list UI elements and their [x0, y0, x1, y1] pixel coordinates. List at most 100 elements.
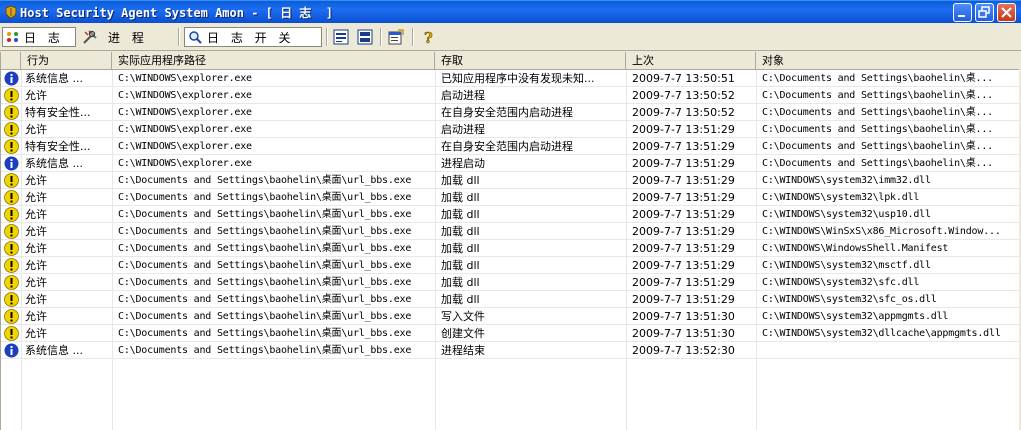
table-row[interactable]: 允许 C:\WINDOWS\explorer.exe 启动进程 2009-7-7 13…	[1, 121, 1019, 138]
log-view-button[interactable]: 日 志	[2, 27, 76, 47]
warning-icon	[4, 241, 19, 256]
warning-icon	[4, 139, 19, 154]
column-header-object[interactable]: 对象	[756, 52, 1019, 69]
cell-access: 加载 dll	[441, 208, 480, 221]
cell-access: 启动进程	[441, 89, 485, 102]
table-row[interactable]: 特有安全性... C:\WINDOWS\explorer.exe 在自身安全范围内启…	[1, 138, 1019, 155]
toolbar: 日 志 进 程 日 志 开 关 ?	[0, 24, 1021, 51]
cell-path: C:\Documents and Settings\baohelin\桌面\ur…	[118, 209, 412, 220]
help-button[interactable]: ?	[421, 27, 439, 47]
cell-access: 加载 dll	[441, 174, 480, 187]
search-icon	[189, 30, 202, 44]
cell-object: C:\WINDOWS\system32\dllcache\appmgmts.dl…	[762, 328, 1001, 339]
cell-time: 2009-7-7 13:50:52	[632, 106, 735, 119]
table-row[interactable]: 允许 C:\WINDOWS\explorer.exe 启动进程 2009-7-7 13…	[1, 87, 1019, 104]
minimize-icon	[958, 15, 965, 17]
table-row[interactable]: 允许 C:\Documents and Settings\baohelin\桌面\…	[1, 325, 1019, 342]
cell-access: 启动进程	[441, 123, 485, 136]
warning-icon	[4, 105, 19, 120]
cell-object: C:\Documents and Settings\baohelin\桌...	[762, 141, 993, 152]
cell-action: 系统信息 ...	[25, 157, 83, 170]
process-view-button[interactable]: 进 程	[80, 27, 156, 47]
log-switch-button[interactable]: 日 志 开 关	[184, 27, 322, 47]
svg-text:?: ?	[424, 29, 433, 45]
warning-icon	[4, 88, 19, 103]
table-row[interactable]: 允许 C:\Documents and Settings\baohelin\桌面\…	[1, 206, 1019, 223]
table-row[interactable]: 允许 C:\Documents and Settings\baohelin\桌面\…	[1, 274, 1019, 291]
table-row[interactable]: 系统信息 ... C:\WINDOWS\explorer.exe 进程启动 2009-…	[1, 155, 1019, 172]
cell-object: C:\Documents and Settings\baohelin\桌...	[762, 158, 993, 169]
cell-action: 特有安全性...	[25, 140, 91, 153]
properties-button[interactable]	[388, 27, 406, 47]
warning-icon	[4, 326, 19, 341]
cell-access: 加载 dll	[441, 191, 480, 204]
cell-object: C:\Documents and Settings\baohelin\桌...	[762, 73, 993, 84]
app-icon	[5, 5, 17, 19]
warning-icon	[4, 122, 19, 137]
cell-object: C:\WINDOWS\WindowsShell.Manifest	[762, 243, 949, 254]
toolbar-separator	[412, 28, 414, 46]
minimize-button[interactable]	[953, 3, 972, 22]
cell-action: 允许	[25, 225, 47, 238]
cell-access: 创建文件	[441, 327, 485, 340]
expand-button[interactable]	[357, 27, 375, 47]
tools-icon	[83, 30, 97, 44]
cell-path: C:\Documents and Settings\baohelin\桌面\ur…	[118, 260, 412, 271]
restore-icon	[978, 6, 990, 18]
warning-icon	[4, 292, 19, 307]
warning-icon	[4, 190, 19, 205]
warning-icon	[4, 173, 19, 188]
cell-object: C:\WINDOWS\system32\imm32.dll	[762, 175, 931, 186]
dots-icon	[7, 32, 18, 42]
cell-time: 2009-7-7 13:51:29	[632, 140, 735, 153]
table-row[interactable]: 允许 C:\Documents and Settings\baohelin\桌面\…	[1, 172, 1019, 189]
table-row[interactable]: 允许 C:\Documents and Settings\baohelin\桌面\…	[1, 257, 1019, 274]
cell-action: 允许	[25, 191, 47, 204]
cell-access: 进程结束	[441, 344, 485, 357]
cell-action: 允许	[25, 89, 47, 102]
collapse-button[interactable]	[333, 27, 351, 47]
cell-path: C:\Documents and Settings\baohelin\桌面\ur…	[118, 243, 412, 254]
table-row[interactable]: 允许 C:\Documents and Settings\baohelin\桌面\…	[1, 189, 1019, 206]
cell-path: C:\Documents and Settings\baohelin\桌面\ur…	[118, 226, 412, 237]
cell-path: C:\WINDOWS\explorer.exe	[118, 158, 252, 169]
cell-path: C:\WINDOWS\explorer.exe	[118, 141, 252, 152]
table-row[interactable]: 允许 C:\Documents and Settings\baohelin\桌面\…	[1, 240, 1019, 257]
table-row[interactable]: 允许 C:\Documents and Settings\baohelin\桌面\…	[1, 223, 1019, 240]
cell-object: C:\WINDOWS\system32\sfc_os.dll	[762, 294, 937, 305]
cell-object: C:\WINDOWS\system32\sfc.dll	[762, 277, 920, 288]
warning-icon	[4, 309, 19, 324]
cell-object	[762, 342, 1018, 359]
toolbar-separator	[178, 28, 180, 46]
column-header-access[interactable]: 存取	[435, 52, 626, 69]
cell-action: 允许	[25, 208, 47, 221]
properties-icon	[388, 29, 404, 45]
cell-time: 2009-7-7 13:51:29	[632, 208, 735, 221]
warning-icon	[4, 258, 19, 273]
column-header-path[interactable]: 实际应用程序路径	[112, 52, 435, 69]
table-row[interactable]: 允许 C:\Documents and Settings\baohelin\桌面\…	[1, 291, 1019, 308]
column-header-icon[interactable]	[1, 52, 21, 69]
cell-time: 2009-7-7 13:51:29	[632, 225, 735, 238]
log-switch-label: 日 志 开 关	[207, 30, 295, 45]
cell-object: C:\Documents and Settings\baohelin\桌...	[762, 124, 993, 135]
table-row[interactable]: 系统信息 ... C:\Documents and Settings\baohel…	[1, 342, 1019, 359]
cell-action: 允许	[25, 327, 47, 340]
cell-access: 在自身安全范围内启动进程	[441, 106, 573, 119]
cell-path: C:\WINDOWS\explorer.exe	[118, 90, 252, 101]
restore-button[interactable]	[975, 3, 994, 22]
title-bar[interactable]: Host Security Agent System Amon - [ 日 志 …	[0, 0, 1021, 23]
table-row[interactable]: 系统信息 ... C:\WINDOWS\explorer.exe 已知应用程序中没有…	[1, 70, 1019, 87]
table-row[interactable]: 允许 C:\Documents and Settings\baohelin\桌面\…	[1, 308, 1019, 325]
cell-path: C:\Documents and Settings\baohelin\桌面\ur…	[118, 328, 412, 339]
window-title: Host Security Agent System Amon - [ 日 志 …	[20, 6, 333, 20]
process-view-label: 进 程	[108, 30, 148, 45]
column-header-action[interactable]: 行为	[21, 52, 112, 69]
table-row[interactable]: 特有安全性... C:\WINDOWS\explorer.exe 在自身安全范围内启…	[1, 104, 1019, 121]
app-window: Host Security Agent System Amon - [ 日 志 …	[0, 0, 1021, 430]
cell-time: 2009-7-7 13:51:29	[632, 276, 735, 289]
cell-access: 写入文件	[441, 310, 485, 323]
column-header-time[interactable]: 上次	[626, 52, 756, 69]
cell-action: 允许	[25, 276, 47, 289]
close-button[interactable]	[997, 3, 1016, 22]
